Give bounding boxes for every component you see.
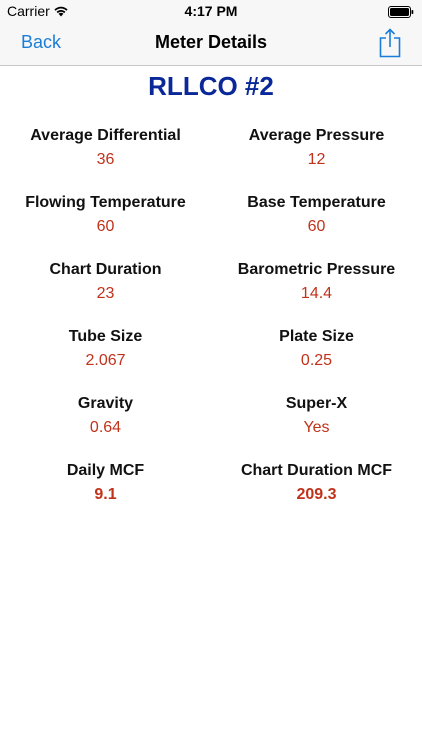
- details-row: Gravity 0.64 Super-X Yes: [0, 394, 422, 461]
- field-label: Chart Duration MCF: [240, 462, 393, 479]
- field-label: Base Temperature: [247, 194, 386, 211]
- field-label: Chart Duration: [49, 261, 162, 278]
- share-icon[interactable]: [378, 28, 402, 63]
- field-flowing-temperature: Flowing Temperature 60: [0, 193, 211, 260]
- navigation-bar: Back Meter Details: [0, 22, 422, 66]
- field-label: Average Differential: [30, 127, 181, 144]
- field-value: 209.3: [296, 486, 337, 503]
- field-label: Plate Size: [279, 328, 354, 345]
- field-plate-size: Plate Size 0.25: [211, 327, 422, 394]
- field-label: Daily MCF: [66, 462, 145, 479]
- field-label: Average Pressure: [248, 127, 385, 144]
- field-value: 2.067: [85, 352, 126, 369]
- field-value: 23: [96, 285, 115, 302]
- field-label: Barometric Pressure: [237, 261, 396, 278]
- field-daily-mcf: Daily MCF 9.1: [0, 461, 211, 528]
- page-title: Meter Details: [154, 32, 268, 52]
- field-value: 9.1: [94, 486, 117, 503]
- field-tube-size: Tube Size 2.067: [0, 327, 211, 394]
- field-label: Gravity: [77, 395, 134, 412]
- field-base-temperature: Base Temperature 60: [211, 193, 422, 260]
- meter-name-heading: RLLCO #2: [148, 71, 274, 101]
- details-row: Average Differential 36 Average Pressure…: [0, 126, 422, 193]
- field-value: 0.64: [89, 419, 122, 436]
- field-value: Yes: [303, 419, 330, 436]
- meter-details-grid: Average Differential 36 Average Pressure…: [0, 126, 422, 528]
- details-row: Daily MCF 9.1 Chart Duration MCF 209.3: [0, 461, 422, 528]
- field-barometric-pressure: Barometric Pressure 14.4: [211, 260, 422, 327]
- field-label: Flowing Temperature: [25, 194, 186, 211]
- status-bar: Carrier 4:17 PM: [0, 0, 422, 22]
- field-chart-duration: Chart Duration 23: [0, 260, 211, 327]
- field-value: 14.4: [300, 285, 333, 302]
- field-label: Super-X: [285, 395, 348, 412]
- field-average-differential: Average Differential 36: [0, 126, 211, 193]
- field-average-pressure: Average Pressure 12: [211, 126, 422, 193]
- status-time: 4:17 PM: [184, 3, 238, 19]
- details-row: Flowing Temperature 60 Base Temperature …: [0, 193, 422, 260]
- details-row: Tube Size 2.067 Plate Size 0.25: [0, 327, 422, 394]
- field-label: Tube Size: [68, 328, 143, 345]
- field-value: 60: [307, 218, 326, 235]
- battery-icon: [388, 5, 414, 21]
- field-value: 36: [96, 151, 115, 168]
- field-value: 12: [307, 151, 326, 168]
- field-super-x: Super-X Yes: [211, 394, 422, 461]
- field-value: 60: [96, 218, 115, 235]
- field-gravity: Gravity 0.64: [0, 394, 211, 461]
- field-value: 0.25: [300, 352, 333, 369]
- field-chart-duration-mcf: Chart Duration MCF 209.3: [211, 461, 422, 528]
- details-row: Chart Duration 23 Barometric Pressure 14…: [0, 260, 422, 327]
